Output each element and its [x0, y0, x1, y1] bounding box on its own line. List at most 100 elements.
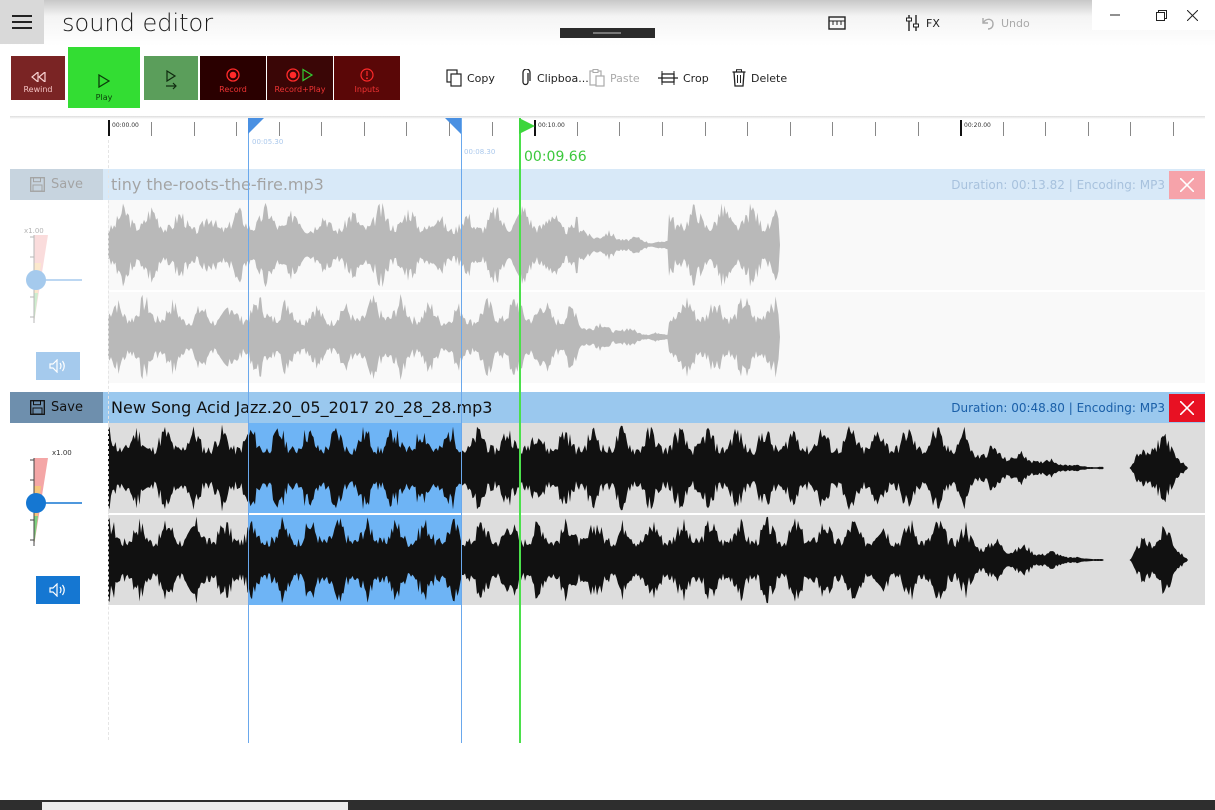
- playhead-line[interactable]: [519, 118, 521, 743]
- track-2-save-button[interactable]: Save: [10, 392, 103, 423]
- delete-label: Delete: [751, 71, 788, 85]
- track-1-save-label: Save: [51, 177, 83, 192]
- track-2-volume-slider[interactable]: [24, 456, 84, 552]
- restore-icon: [1155, 9, 1167, 21]
- track-1-waveform-svg: [108, 202, 1205, 380]
- track-2: Save New Song Acid Jazz.20_05_2017 20_28…: [10, 392, 1205, 605]
- copy-button[interactable]: Copy: [446, 67, 495, 89]
- fx-button[interactable]: FX: [905, 12, 940, 34]
- undo-label: Undo: [1001, 16, 1030, 30]
- track-2-waveform-svg: [108, 423, 1205, 605]
- ruler-label: 00:10.00: [538, 122, 565, 129]
- ruler-label: 00:00.00: [112, 122, 139, 129]
- track-1-encoding-prefix: | Encoding:: [1068, 177, 1136, 192]
- track-1-duration-prefix: Duration:: [951, 177, 1008, 192]
- paperclip-icon: [522, 69, 531, 86]
- record-play-button[interactable]: Record+Play: [267, 56, 333, 100]
- track-1-name: tiny the-roots-the-fire.mp3: [111, 175, 324, 194]
- track-2-info: Duration: 00:48.80 | Encoding: MP3: [951, 401, 1165, 415]
- track-1-encoding: MP3: [1139, 177, 1165, 192]
- track-1-info: Duration: 00:13.82 | Encoding: MP3: [951, 178, 1165, 192]
- clipboard-button[interactable]: Clipboa...: [520, 67, 589, 89]
- hamburger-icon: [12, 15, 32, 29]
- paste-icon: [589, 69, 605, 87]
- play-label: Play: [95, 93, 113, 102]
- crop-button[interactable]: Crop: [658, 67, 709, 89]
- record-icon: [226, 68, 240, 82]
- inputs-label: Inputs: [354, 85, 380, 94]
- rewind-button[interactable]: Rewind: [11, 56, 65, 100]
- timeline-origin-guide: [108, 140, 109, 740]
- play-icon: [98, 74, 110, 88]
- scrollbar-thumb[interactable]: [42, 802, 348, 810]
- speaker-icon: [49, 583, 65, 597]
- close-icon: [1186, 9, 1198, 21]
- undo-button[interactable]: Undo: [980, 12, 1030, 34]
- play-button[interactable]: Play: [68, 47, 140, 108]
- crop-icon: [658, 71, 678, 85]
- track-1-mute-button[interactable]: [36, 352, 80, 380]
- drag-handle[interactable]: [560, 28, 655, 38]
- copy-icon: [446, 69, 462, 87]
- track-2-waveform[interactable]: [108, 423, 1205, 605]
- track-1-header: Save tiny the-roots-the-fire.mp3 Duratio…: [10, 169, 1205, 200]
- save-icon: [30, 400, 45, 415]
- track-2-name: New Song Acid Jazz.20_05_2017 20_28_28.m…: [111, 398, 493, 417]
- track-2-header: Save New Song Acid Jazz.20_05_2017 20_28…: [10, 392, 1205, 423]
- crop-label: Crop: [683, 71, 709, 85]
- selection-start-line[interactable]: [248, 118, 249, 743]
- copy-label: Copy: [467, 71, 495, 85]
- record-play-label: Record+Play: [274, 85, 326, 94]
- track-1: Save tiny the-roots-the-fire.mp3 Duratio…: [10, 169, 1205, 383]
- track-1-volume-slider[interactable]: [24, 233, 84, 329]
- fx-label: FX: [926, 16, 940, 30]
- playhead-time: 00:09.66: [524, 149, 587, 165]
- selection-start-marker[interactable]: [248, 118, 266, 136]
- minimize-button[interactable]: [1092, 0, 1138, 30]
- ruler-icon: [828, 16, 846, 30]
- ruler-label: 00:20.00: [964, 122, 991, 129]
- fx-mixer-icon: [906, 15, 919, 31]
- track-2-save-label: Save: [51, 400, 83, 415]
- rewind-icon: [31, 72, 46, 82]
- paste-label: Paste: [610, 71, 640, 85]
- timeline-ruler[interactable]: 00:00.00 00:10.00 00:20.00: [108, 118, 1176, 138]
- rewind-label: Rewind: [23, 85, 53, 94]
- track-2-duration-prefix: Duration:: [951, 400, 1008, 415]
- track-2-duration: 00:48.80: [1011, 400, 1065, 415]
- app-title: sound editor: [62, 9, 214, 37]
- delete-button[interactable]: Delete: [732, 67, 787, 89]
- input-source-icon: [360, 68, 374, 82]
- track-2-encoding-prefix: | Encoding:: [1068, 400, 1136, 415]
- record-button[interactable]: Record: [200, 56, 266, 100]
- playhead-marker[interactable]: [519, 118, 537, 136]
- inputs-button[interactable]: Inputs: [334, 56, 400, 100]
- speaker-icon: [49, 359, 65, 373]
- close-icon: [1180, 177, 1194, 192]
- ruler-toggle-button[interactable]: [828, 12, 846, 34]
- track-2-close-button[interactable]: [1169, 393, 1205, 422]
- close-icon: [1180, 400, 1194, 415]
- paste-button[interactable]: Paste: [589, 67, 640, 89]
- track-1-save-button[interactable]: Save: [10, 169, 103, 200]
- record-play-icon: [286, 68, 314, 82]
- save-icon: [30, 177, 45, 192]
- track-1-close-button[interactable]: [1169, 170, 1205, 199]
- hamburger-menu-button[interactable]: [0, 0, 44, 44]
- selection-end-marker[interactable]: [445, 118, 463, 136]
- play-from-cursor-icon: [166, 70, 177, 90]
- undo-icon: [982, 18, 994, 30]
- trash-icon: [732, 69, 746, 87]
- track-1-waveform[interactable]: [108, 200, 1205, 383]
- close-window-button[interactable]: [1169, 0, 1215, 30]
- selection-end-line[interactable]: [461, 118, 462, 743]
- clipboard-label: Clipboa...: [537, 71, 589, 85]
- track-2-encoding: MP3: [1139, 400, 1165, 415]
- play-from-cursor-button[interactable]: [144, 56, 198, 100]
- minimize-icon: [1110, 14, 1120, 16]
- track-2-mute-button[interactable]: [36, 576, 80, 604]
- selection-end-time: 00:08.30: [464, 148, 496, 156]
- selection-start-time: 00:05.30: [252, 138, 284, 146]
- track-1-duration: 00:13.82: [1011, 177, 1065, 192]
- record-label: Record: [219, 85, 247, 94]
